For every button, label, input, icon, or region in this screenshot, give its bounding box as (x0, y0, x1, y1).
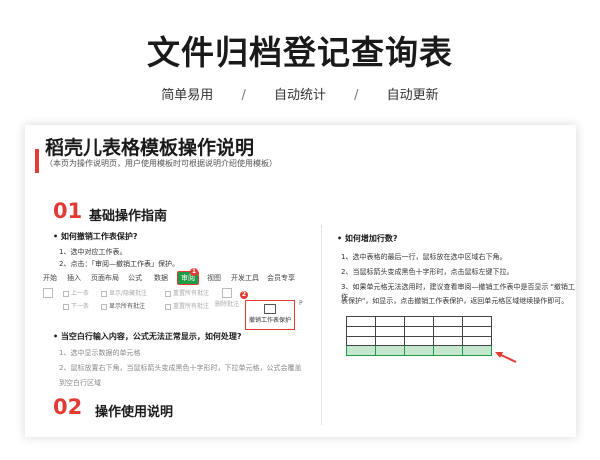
card-note: （本页为操作说明页，用户使用模板时可根据说明介绍使用模板） (45, 159, 277, 168)
tab-home[interactable]: 开始 (43, 273, 57, 283)
step-badge: 2 (240, 291, 248, 299)
section-number: 02 (53, 395, 83, 419)
ribbon-tabs: 开始 插入 页面布局 公式 数据 审阅 视图 开发工具 会员专享 (41, 271, 307, 285)
arrow-down-icon (63, 303, 69, 310)
prev-comment-button[interactable]: 上一条 (63, 288, 89, 297)
step-text: 2、当鼠标箭头变成黑色十字形时，点击鼠标左键下拉。 (341, 268, 514, 276)
toggle-comment-button[interactable]: 显示/隐藏批注 (101, 288, 147, 297)
tab-view[interactable]: 视图 (207, 273, 221, 283)
feature-stats: 自动统计 (273, 88, 326, 103)
tab-developer[interactable]: 开发工具 (231, 273, 259, 283)
table-row (346, 316, 492, 327)
reset-comments-button[interactable]: 重置所有批注 (165, 301, 209, 310)
feature-easy: 简单易用 (161, 88, 214, 103)
tab-insert[interactable]: 插入 (67, 273, 81, 283)
comment-tool[interactable] (43, 288, 53, 299)
feature-separator: / (354, 88, 359, 103)
step-text: 到空白行区域 (59, 379, 101, 387)
question-title: • 如何撤销工作表保护? (53, 232, 138, 241)
feature-separator: / (241, 88, 246, 103)
tab-member[interactable]: 会员专享 (267, 273, 295, 283)
next-comment-button[interactable]: 下一条 (63, 301, 89, 310)
pointer-arrow-icon (495, 352, 517, 363)
step-text: 表保护"，如显示，点击撤销工作表保护，返回单元格区域继续操作即可。 (341, 297, 569, 305)
feature-tagline: 简单易用 / 自动统计 / 自动更新 (0, 84, 600, 103)
reset-icon (165, 290, 171, 297)
step-badge: 1 (190, 268, 198, 276)
section-number: 01 (53, 199, 83, 223)
section-title: 基础操作指南 (89, 209, 168, 224)
show-all-comments-button[interactable]: 显示所有批注 (101, 301, 145, 310)
show-icon (101, 303, 107, 310)
reset-icon (165, 303, 171, 310)
step-text: 2、点击：「审阅—撤销工作表」保护。 (59, 260, 179, 268)
table-row (346, 325, 492, 337)
page-title: 文件归档登记查询表 (147, 33, 453, 72)
delete-comment-icon (222, 288, 232, 298)
section-title: 操作使用说明 (95, 405, 174, 420)
sheet-lock-icon (264, 304, 276, 314)
step-text: 1、选中表格的最后一行，鼠标放在选中区域右下角。 (341, 253, 507, 261)
step-text: 1、选中对应工作表。 (59, 248, 127, 256)
instruction-card: 稻壳儿表格模板操作说明 （本页为操作说明页，用户使用模板时可根据说明介绍使用模板… (25, 125, 576, 437)
delete-comment-button[interactable]: 删除批注 (215, 288, 239, 308)
review-ribbon: 开始 插入 页面布局 公式 数据 审阅 视图 开发工具 会员专享 上一条 下一条… (41, 268, 307, 330)
tab-page-layout[interactable]: 页面布局 (91, 273, 119, 283)
reset-comments-button[interactable]: 重置所有批注 (165, 288, 209, 297)
step-text: 1、选中显示数据的单元格 (59, 349, 141, 357)
tab-formula[interactable]: 公式 (128, 273, 142, 283)
accent-bar (35, 149, 39, 173)
tab-data[interactable]: 数据 (154, 273, 168, 283)
question-title: • 如何增加行数? (337, 234, 398, 243)
feature-update: 自动更新 (386, 88, 439, 103)
table-row-selected (346, 345, 492, 356)
comment-icon (43, 288, 53, 298)
sample-table (346, 316, 492, 356)
toggle-icon (101, 290, 107, 297)
step-text: 2、鼠标放置右下角，当鼠标箭头变成黑色十字形时，下拉单元格，公式会覆盖 (59, 364, 302, 372)
table-row (346, 335, 492, 347)
question-title: • 当空白行输入内容，公式无法正常显示，如何处理? (53, 332, 242, 341)
arrow-up-icon (63, 290, 69, 297)
ribbon-tools: 上一条 下一条 显示/隐藏批注 显示所有批注 重置所有批注 重置所有批注 删除批… (41, 286, 307, 330)
unprotect-sheet-button[interactable]: 撤销工作表保护 (245, 300, 295, 330)
card-title: 稻壳儿表格模板操作说明 (45, 137, 255, 159)
column-divider (321, 225, 322, 425)
arrow-indicator-icon: P (299, 300, 303, 307)
